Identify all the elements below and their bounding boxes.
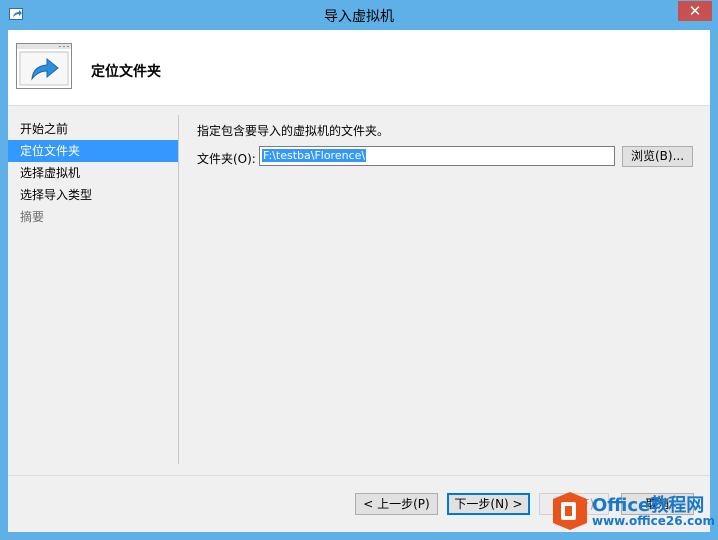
nav-item-locate-folder[interactable]: 定位文件夹: [8, 140, 178, 162]
next-button[interactable]: 下一步(N) >: [447, 493, 530, 515]
page-title: 定位文件夹: [91, 64, 161, 80]
nav-item-import-type[interactable]: 选择导入类型: [8, 184, 178, 206]
dialog-client: 定位文件夹 开始之前 定位文件夹 选择虚拟机 选择导入类型 摘要 指定包含要导入…: [8, 30, 710, 532]
browse-button[interactable]: 浏览(B)...: [622, 146, 693, 167]
dialog-window: 导入虚拟机 ✕ 定位文件夹 开始之前 定位文件夹 选择虚拟机 选择导入类型 摘要…: [0, 0, 718, 540]
close-icon: ✕: [688, 2, 702, 20]
window-arrow-icon: [16, 43, 72, 89]
title-bar[interactable]: 导入虚拟机 ✕: [0, 0, 718, 30]
page-header: 定位文件夹: [8, 30, 710, 106]
instruction-text: 指定包含要导入的虚拟机的文件夹。: [197, 124, 390, 138]
window-title: 导入虚拟机: [324, 9, 394, 25]
vertical-divider: [178, 115, 179, 464]
previous-button[interactable]: < 上一步(P): [355, 493, 438, 515]
wizard-steps-nav: 开始之前 定位文件夹 选择虚拟机 选择导入类型 摘要: [8, 118, 178, 228]
nav-item-before-you-begin[interactable]: 开始之前: [8, 118, 178, 140]
footer-divider: [8, 475, 710, 476]
nav-item-select-vm[interactable]: 选择虚拟机: [8, 162, 178, 184]
folder-path-value: F:\testba\Florence\: [262, 149, 367, 162]
watermark-url: www.office26.com: [592, 514, 716, 528]
watermark-logo: Office教程网 www.office26.com: [548, 489, 716, 533]
folder-path-input[interactable]: F:\testba\Florence\: [259, 146, 615, 166]
office-logo-icon: [553, 492, 587, 530]
folder-label: 文件夹(O):: [197, 152, 256, 166]
close-button[interactable]: ✕: [678, 1, 712, 21]
nav-item-summary: 摘要: [20, 210, 45, 224]
